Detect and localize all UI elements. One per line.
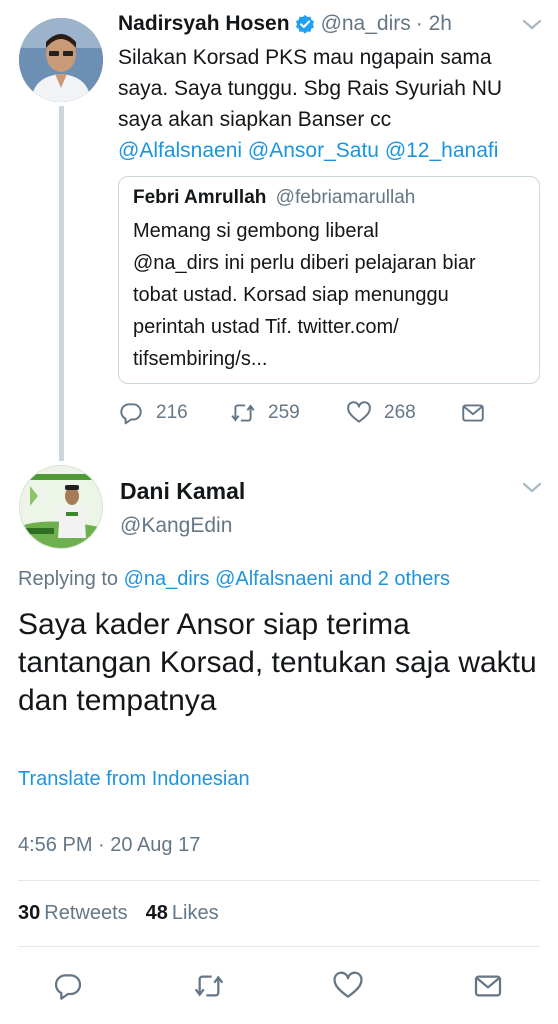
heart-icon: [333, 971, 363, 998]
tweet-text-line: Silakan Korsad PKS mau ngapain sama: [118, 46, 492, 69]
reply-count: 216: [156, 402, 188, 423]
mention-link[interactable]: @12_hanafi: [385, 139, 499, 162]
share-button[interactable]: [472, 970, 504, 1002]
tweet-text: Silakan Korsad PKS mau ngapain sama saya…: [118, 42, 538, 166]
reply-icon: [120, 403, 142, 425]
mention-link[interactable]: @Alfalsnaeni: [118, 139, 242, 162]
quoted-text: Memang si gembong liberal @na_dirs ini p…: [133, 220, 476, 370]
chevron-down-icon[interactable]: [521, 481, 543, 495]
chevron-down-icon[interactable]: [521, 18, 543, 32]
quoted-tweet[interactable]: Febri Amrullah @febriamarullah Memang si…: [118, 176, 540, 384]
replying-targets-link[interactable]: @na_dirs @Alfalsnaeni and 2 others: [124, 568, 450, 590]
tweet-text-line: saya akan siapkan Banser cc: [118, 108, 392, 131]
thread-line: [59, 106, 64, 461]
retweets-label[interactable]: Retweets: [44, 902, 127, 924]
display-name[interactable]: Nadirsyah Hosen: [118, 12, 290, 36]
retweet-count[interactable]: 30: [18, 902, 40, 924]
divider: [18, 946, 540, 947]
tweet-header: Nadirsyah Hosen @na_dirs · 2h: [118, 12, 452, 36]
reply-button[interactable]: 216: [118, 400, 188, 426]
like-count[interactable]: 48: [146, 902, 168, 924]
like-count: 268: [384, 402, 416, 423]
likes-label[interactable]: Likes: [172, 902, 219, 924]
like-button[interactable]: [332, 970, 364, 1002]
tweet-text: Saya kader Ansor siap terima tantangan K…: [18, 608, 537, 717]
tweet-actions: [0, 970, 558, 1006]
handle[interactable]: @KangEdin: [120, 514, 232, 538]
retweet-button[interactable]: 259: [230, 400, 300, 426]
display-name[interactable]: Dani Kamal: [120, 478, 245, 505]
reply-icon: [54, 974, 82, 1000]
message-icon: [462, 404, 484, 422]
replying-prefix: Replying to: [18, 568, 119, 590]
tweet-actions: 216 259 268: [118, 400, 488, 430]
heart-icon: [347, 401, 371, 423]
message-icon: [474, 975, 502, 997]
like-button[interactable]: 268: [346, 400, 416, 426]
retweet-icon: [231, 404, 255, 422]
quoted-display-name: Febri Amrullah: [133, 187, 267, 208]
tweet-timestamp: 4:56 PM · 20 Aug 17: [18, 834, 201, 856]
mention-link[interactable]: @Ansor_Satu: [248, 139, 379, 162]
engagement-stats: 30 Retweets 48 Likes: [18, 902, 237, 925]
translate-link[interactable]: Translate from Indonesian: [18, 768, 250, 791]
tweet-text-line: saya. Saya tunggu. Sbg Rais Syuriah NU: [118, 77, 503, 100]
retweet-button[interactable]: [193, 970, 225, 1002]
avatar[interactable]: [19, 465, 103, 549]
avatar[interactable]: [19, 18, 103, 102]
replying-to: Replying to @na_dirs @Alfalsnaeni and 2 …: [18, 568, 450, 591]
retweet-icon: [194, 975, 224, 997]
quoted-handle: @febriamarullah: [275, 187, 416, 208]
tweet-time: · 2h: [415, 12, 452, 35]
handle[interactable]: @na_dirs: [321, 12, 411, 36]
reply-button[interactable]: [52, 970, 84, 1002]
verified-badge-icon: [295, 14, 315, 34]
retweet-count: 259: [268, 402, 300, 423]
divider: [18, 880, 540, 881]
share-button[interactable]: [460, 400, 498, 426]
